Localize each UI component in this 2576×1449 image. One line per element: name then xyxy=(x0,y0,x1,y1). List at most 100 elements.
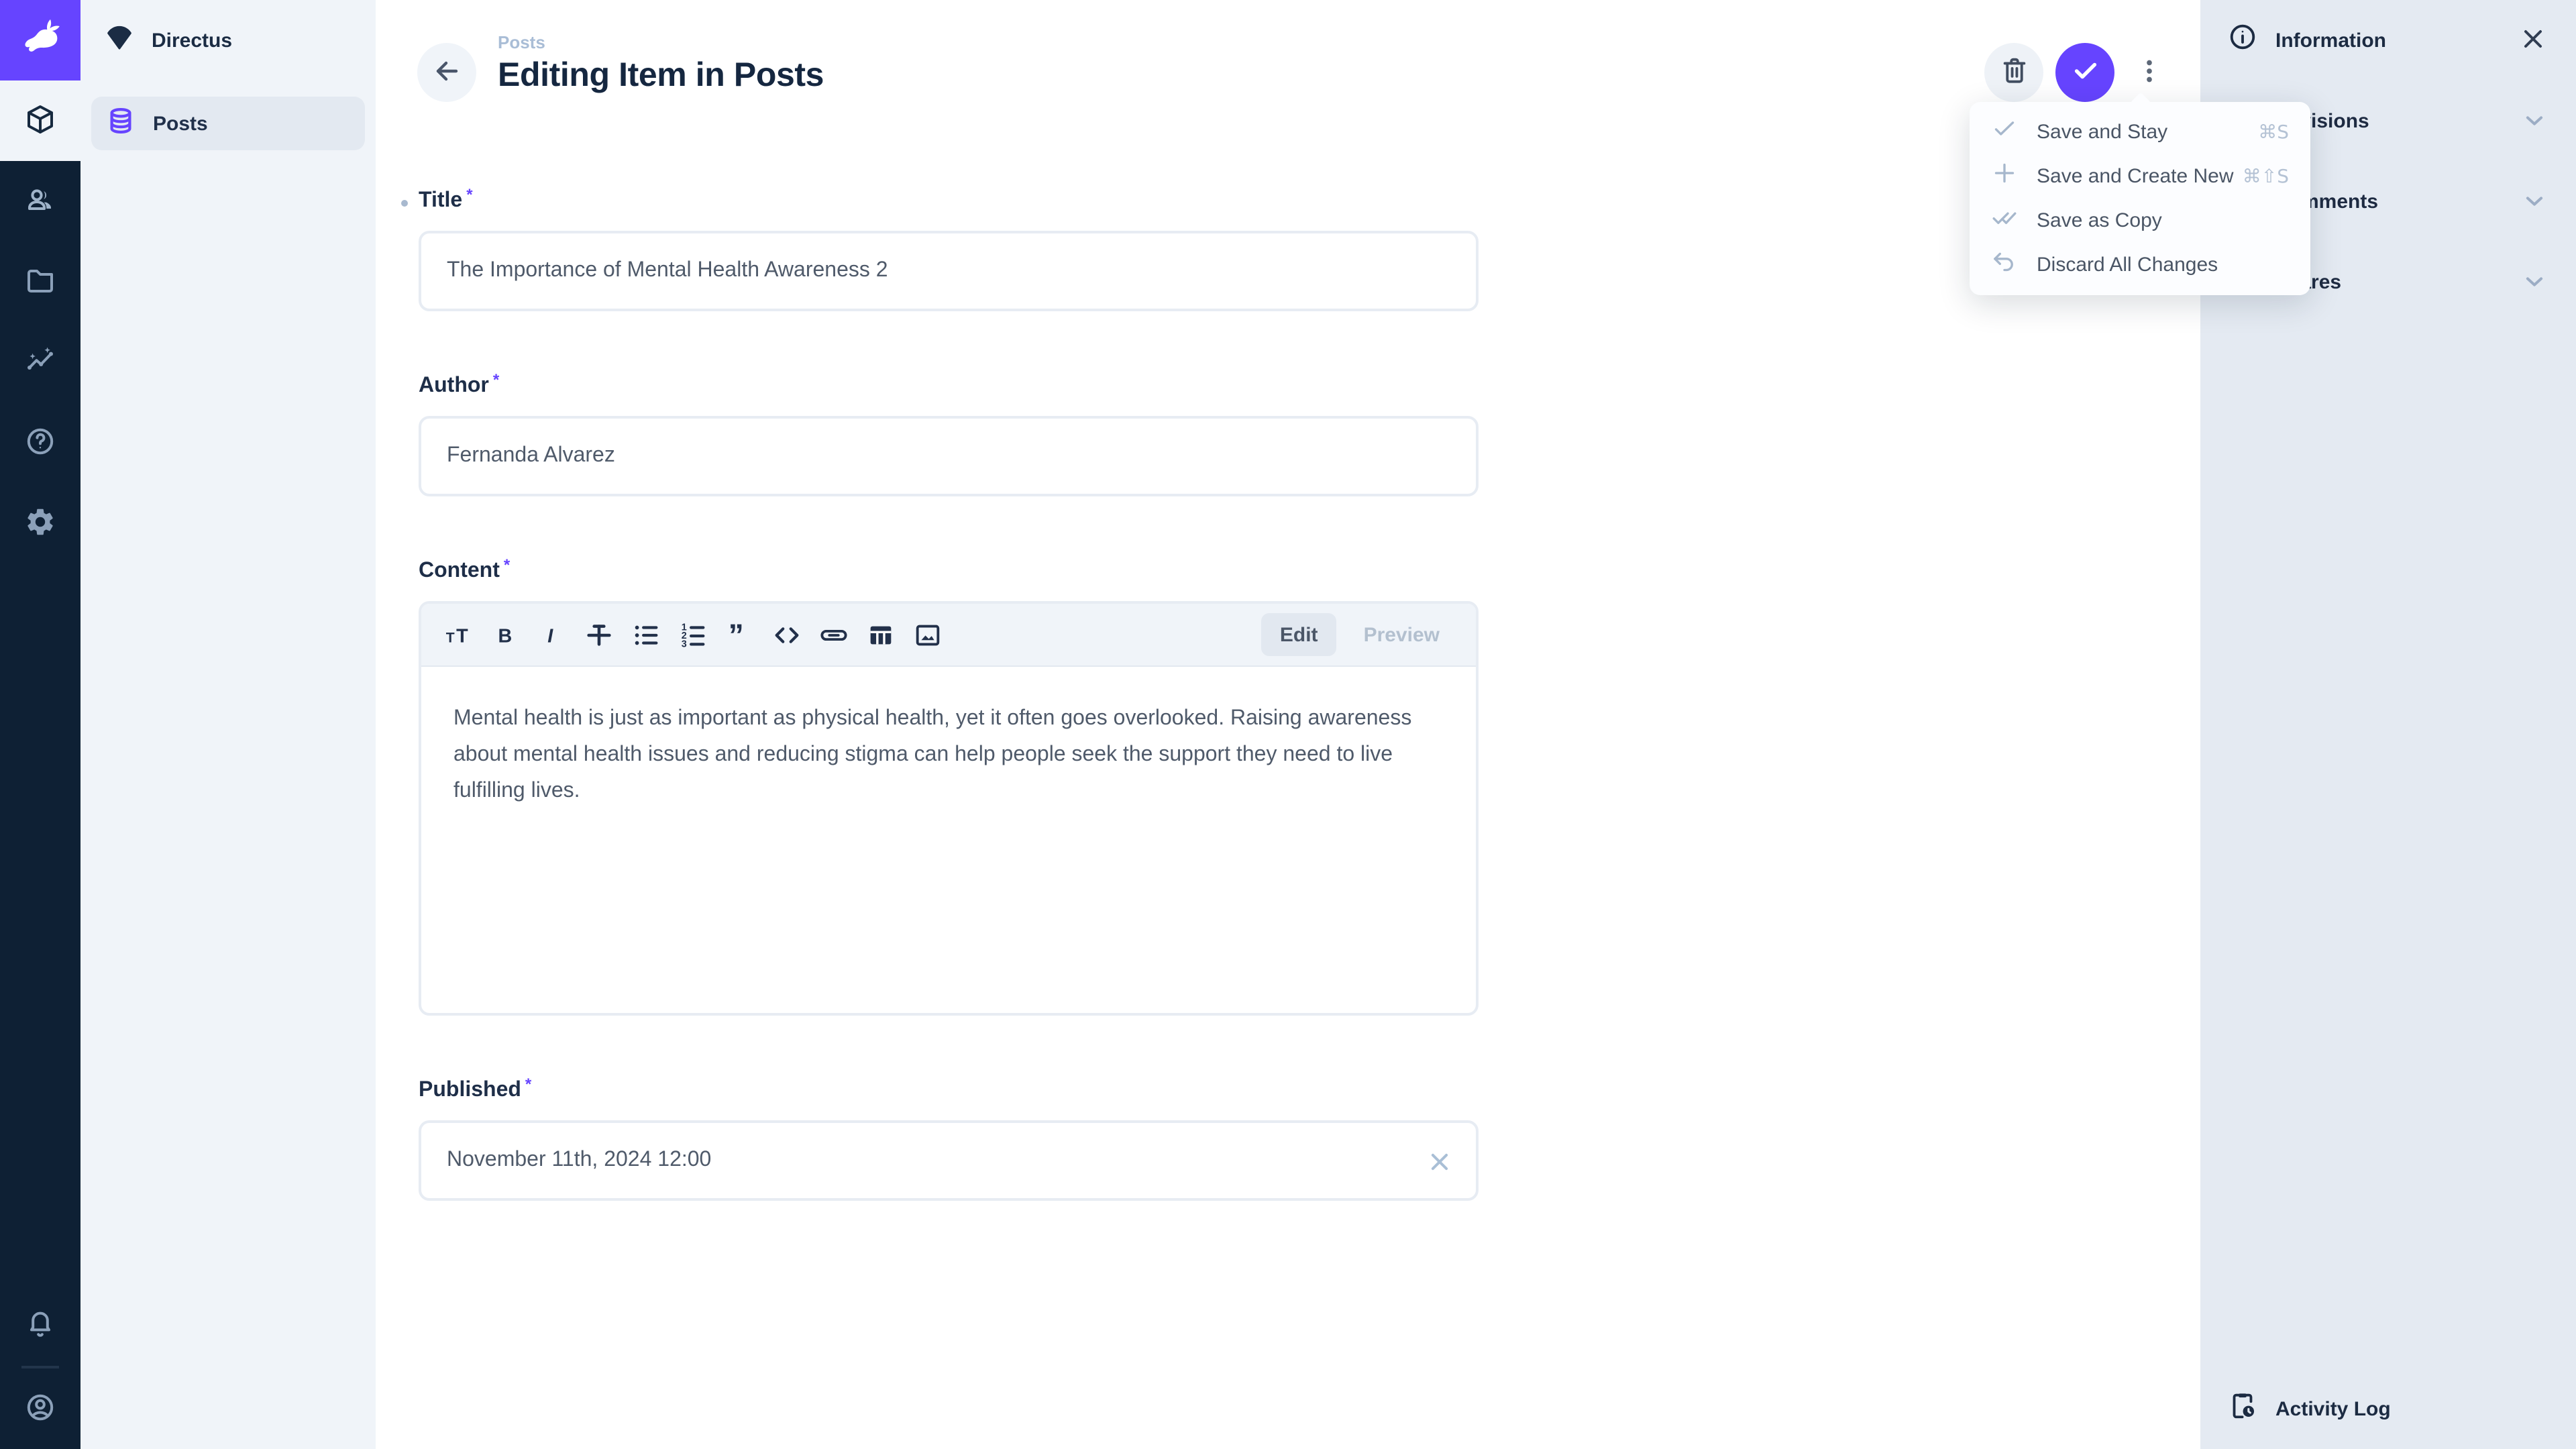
project-fan-icon xyxy=(105,23,134,58)
svg-text:3: 3 xyxy=(682,639,687,649)
module-user-directory[interactable] xyxy=(0,161,80,241)
chevron-down-icon[interactable] xyxy=(2520,106,2549,136)
activity-log-icon xyxy=(2227,1390,2258,1428)
svg-text:B: B xyxy=(498,625,512,647)
link-button[interactable] xyxy=(810,612,857,657)
header-actions xyxy=(1984,43,2164,102)
field-title-label: Title* xyxy=(419,189,473,213)
author-input-value: Fernanda Alvarez xyxy=(447,444,615,468)
module-insights[interactable] xyxy=(0,322,80,402)
published-input[interactable]: November 11th, 2024 12:00 xyxy=(419,1120,1479,1201)
directus-logo[interactable] xyxy=(0,0,80,80)
module-file-library[interactable] xyxy=(0,241,80,322)
page-title: Editing Item in Posts xyxy=(498,56,824,95)
field-author: Author* Fernanda Alvarez xyxy=(419,374,1479,496)
tab-preview[interactable]: Preview xyxy=(1345,613,1458,656)
clear-date-button[interactable] xyxy=(1424,1147,1456,1179)
gear-icon xyxy=(24,505,56,541)
field-content: Content* TT B I 123 ” xyxy=(419,559,1479,1016)
back-button[interactable] xyxy=(417,43,476,102)
trash-icon xyxy=(1998,55,2029,90)
field-title: Title* The Importance of Mental Health A… xyxy=(419,189,1479,311)
code-button[interactable] xyxy=(763,612,810,657)
bulleted-list-button[interactable] xyxy=(623,612,669,657)
svg-text:”: ” xyxy=(729,619,744,650)
required-asterisk: * xyxy=(493,370,499,389)
menu-item-discard-all-changes[interactable]: Discard All Changes xyxy=(1970,243,2310,287)
main-content: Posts Editing Item in Posts xyxy=(376,0,2202,1449)
kebab-menu-icon xyxy=(2135,56,2164,89)
menu-item-save-and-create-new[interactable]: Save and Create New ⌘⇧S xyxy=(1970,154,2310,199)
title-input-value: The Importance of Mental Health Awarenes… xyxy=(447,259,888,283)
required-asterisk: * xyxy=(466,185,472,204)
svg-text:I: I xyxy=(547,625,553,647)
arrow-left-icon xyxy=(431,54,463,91)
module-documentation[interactable] xyxy=(0,402,80,483)
database-icon xyxy=(106,106,136,141)
delete-button[interactable] xyxy=(1984,43,2043,102)
required-asterisk: * xyxy=(504,555,510,574)
editor-tabs: Edit Preview xyxy=(1261,613,1462,656)
chevron-down-icon[interactable] xyxy=(2520,186,2549,216)
field-author-label: Author* xyxy=(419,374,499,398)
tab-edit[interactable]: Edit xyxy=(1261,613,1337,656)
published-input-value: November 11th, 2024 12:00 xyxy=(447,1148,711,1173)
nav-collection-posts[interactable]: Posts xyxy=(91,97,365,150)
directus-app: Directus Posts Posts Editing Item in Pos… xyxy=(0,0,2576,1449)
sidebar-title: Information xyxy=(2275,29,2386,52)
help-icon xyxy=(24,425,56,461)
activity-log-label: Activity Log xyxy=(2275,1397,2391,1420)
notifications-button[interactable] xyxy=(0,1285,80,1366)
rabbit-icon xyxy=(15,11,66,69)
required-asterisk: * xyxy=(525,1075,531,1093)
field-published-label: Published* xyxy=(419,1079,531,1103)
project-name: Directus xyxy=(152,29,232,52)
plus-icon xyxy=(1991,160,2018,193)
module-bar xyxy=(0,0,80,1449)
chevron-down-icon[interactable] xyxy=(2520,267,2549,297)
breadcrumb[interactable]: Posts xyxy=(498,32,824,52)
more-options-button[interactable] xyxy=(2127,43,2164,102)
heading-button[interactable]: TT xyxy=(435,612,482,657)
markdown-editor: TT B I 123 ” Edit Preview xyxy=(419,601,1479,1016)
insights-chart-icon xyxy=(24,344,56,380)
close-sidebar-button[interactable] xyxy=(2517,24,2549,56)
table-button[interactable] xyxy=(857,612,904,657)
sidebar-header: Information xyxy=(2200,0,2576,80)
image-button[interactable] xyxy=(904,612,951,657)
double-check-icon xyxy=(1991,204,2018,237)
strikethrough-button[interactable] xyxy=(576,612,623,657)
author-input[interactable]: Fernanda Alvarez xyxy=(419,416,1479,496)
bell-icon xyxy=(24,1307,56,1344)
project-switcher[interactable]: Directus xyxy=(80,0,376,80)
menu-item-save-and-stay[interactable]: Save and Stay ⌘S xyxy=(1970,110,2310,154)
users-icon xyxy=(24,183,56,219)
content-textarea[interactable]: Mental health is just as important as ph… xyxy=(421,667,1476,1013)
avatar-icon xyxy=(24,1391,56,1427)
module-bar-bottom xyxy=(0,1285,80,1449)
blockquote-button[interactable]: ” xyxy=(716,612,763,657)
check-icon xyxy=(1991,115,2018,149)
save-options-menu: Save and Stay ⌘S Save and Create New ⌘⇧S… xyxy=(1970,102,2310,295)
account-button[interactable] xyxy=(0,1368,80,1449)
save-button[interactable] xyxy=(2055,43,2114,102)
field-content-label: Content* xyxy=(419,559,510,584)
title-input[interactable]: The Importance of Mental Health Awarenes… xyxy=(419,231,1479,311)
field-published: Published* November 11th, 2024 12:00 xyxy=(419,1079,1479,1201)
check-icon xyxy=(2070,55,2100,90)
title-block: Posts Editing Item in Posts xyxy=(498,32,824,95)
nav-item-label: Posts xyxy=(153,112,208,135)
activity-log-button[interactable]: Activity Log xyxy=(2200,1368,2576,1449)
italic-button[interactable]: I xyxy=(529,612,576,657)
item-form: Title* The Importance of Mental Health A… xyxy=(419,189,1479,1264)
svg-text:T: T xyxy=(456,625,468,647)
navigation-panel: Directus Posts xyxy=(80,0,376,1449)
numbered-list-button[interactable]: 123 xyxy=(669,612,716,657)
undo-icon xyxy=(1991,248,2018,282)
shortcut-hint: ⌘S xyxy=(2258,121,2289,143)
module-content[interactable] xyxy=(0,80,80,161)
editor-toolbar: TT B I 123 ” Edit Preview xyxy=(421,604,1476,667)
module-settings[interactable] xyxy=(0,483,80,564)
bold-button[interactable]: B xyxy=(482,612,529,657)
menu-item-save-as-copy[interactable]: Save as Copy xyxy=(1970,199,2310,243)
